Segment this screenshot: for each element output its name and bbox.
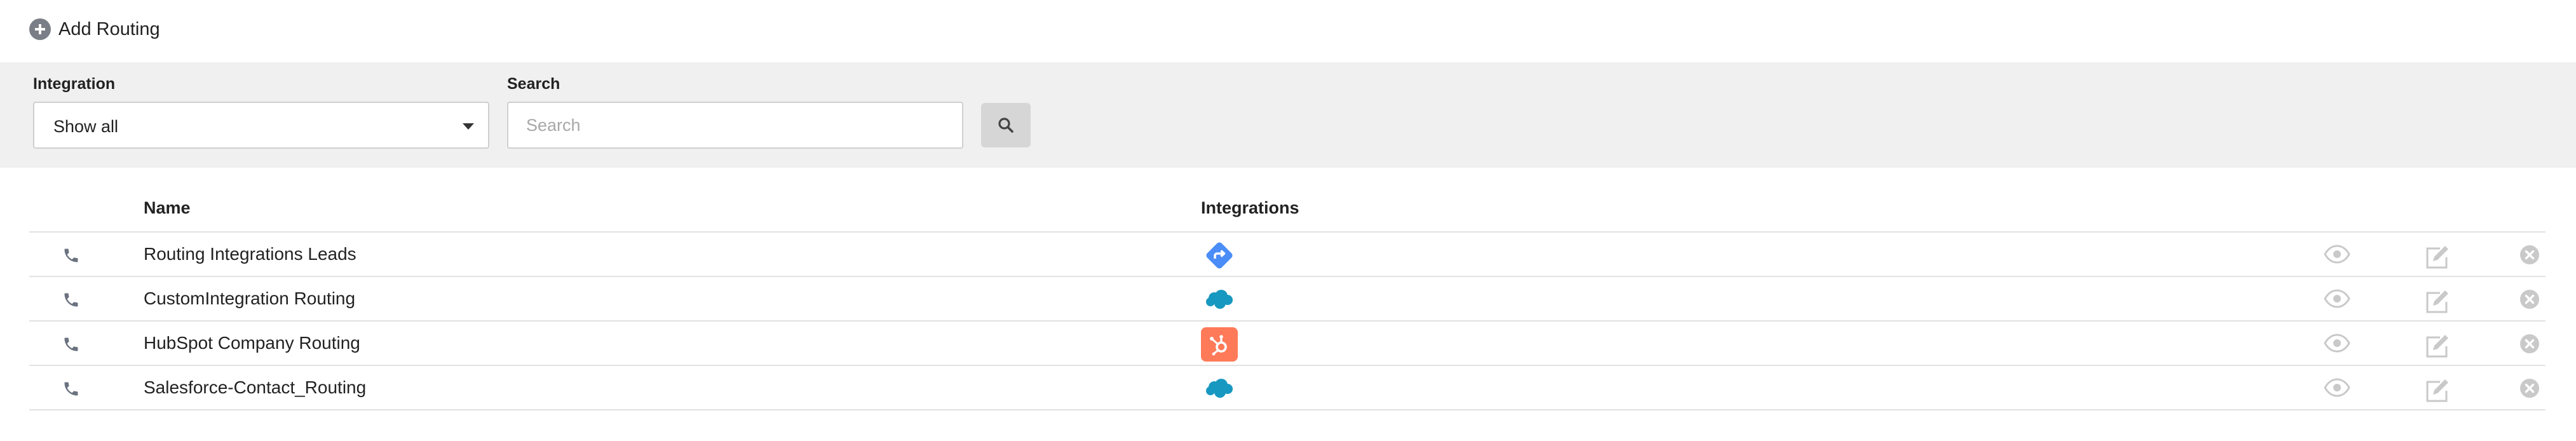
column-header-name: Name	[144, 198, 191, 217]
phone-icon	[62, 380, 80, 401]
integration-select-value: Show all	[53, 117, 119, 136]
eye-icon[interactable]	[2323, 333, 2351, 356]
edit-icon[interactable]	[2423, 377, 2451, 406]
edit-icon[interactable]	[2423, 288, 2451, 317]
chevron-down-icon	[463, 123, 474, 130]
table-row[interactable]: Salesforce-Contact_Routing	[29, 366, 2545, 410]
routing-name: HubSpot Company Routing	[144, 333, 360, 353]
hubspot-icon	[1201, 327, 1238, 362]
search-icon	[998, 118, 1013, 133]
search-input[interactable]	[507, 102, 963, 149]
column-header-integrations: Integrations	[1201, 198, 1299, 217]
routing-table: Name Integrations Routing Integrations L…	[29, 184, 2545, 410]
add-routing-button[interactable]: Add Routing	[29, 17, 160, 42]
table-row[interactable]: Routing Integrations Leads	[29, 233, 2545, 277]
phone-icon	[62, 247, 80, 268]
search-label: Search	[507, 75, 560, 93]
routing-name: Routing Integrations Leads	[144, 244, 356, 264]
routing-name: Salesforce-Contact_Routing	[144, 377, 367, 397]
close-icon[interactable]	[2519, 377, 2540, 402]
salesforce-icon	[1201, 283, 1238, 317]
table-row[interactable]: HubSpot Company Routing	[29, 322, 2545, 366]
eye-icon[interactable]	[2323, 244, 2351, 268]
table-row[interactable]: CustomIntegration Routing	[29, 277, 2545, 322]
phone-icon	[62, 336, 80, 356]
phone-icon	[62, 291, 80, 312]
add-routing-label: Add Routing	[58, 18, 160, 39]
close-icon[interactable]	[2519, 333, 2540, 358]
integration-select[interactable]: Show all	[33, 102, 489, 149]
routing-name: CustomIntegration Routing	[144, 288, 356, 308]
salesforce-icon	[1201, 372, 1238, 406]
close-icon[interactable]	[2519, 288, 2540, 313]
table-header: Name Integrations	[29, 184, 2545, 233]
plus-circle-icon	[29, 18, 51, 40]
eye-icon[interactable]	[2323, 288, 2351, 312]
integration-filter-label: Integration	[33, 75, 116, 93]
search-button[interactable]	[981, 103, 1031, 147]
routing-integration-icon	[1201, 238, 1238, 273]
eye-icon[interactable]	[2323, 377, 2351, 401]
close-icon[interactable]	[2519, 244, 2540, 269]
top-toolbar: Add Routing	[0, 0, 2576, 62]
edit-icon[interactable]	[2423, 244, 2451, 273]
edit-icon[interactable]	[2423, 333, 2451, 362]
